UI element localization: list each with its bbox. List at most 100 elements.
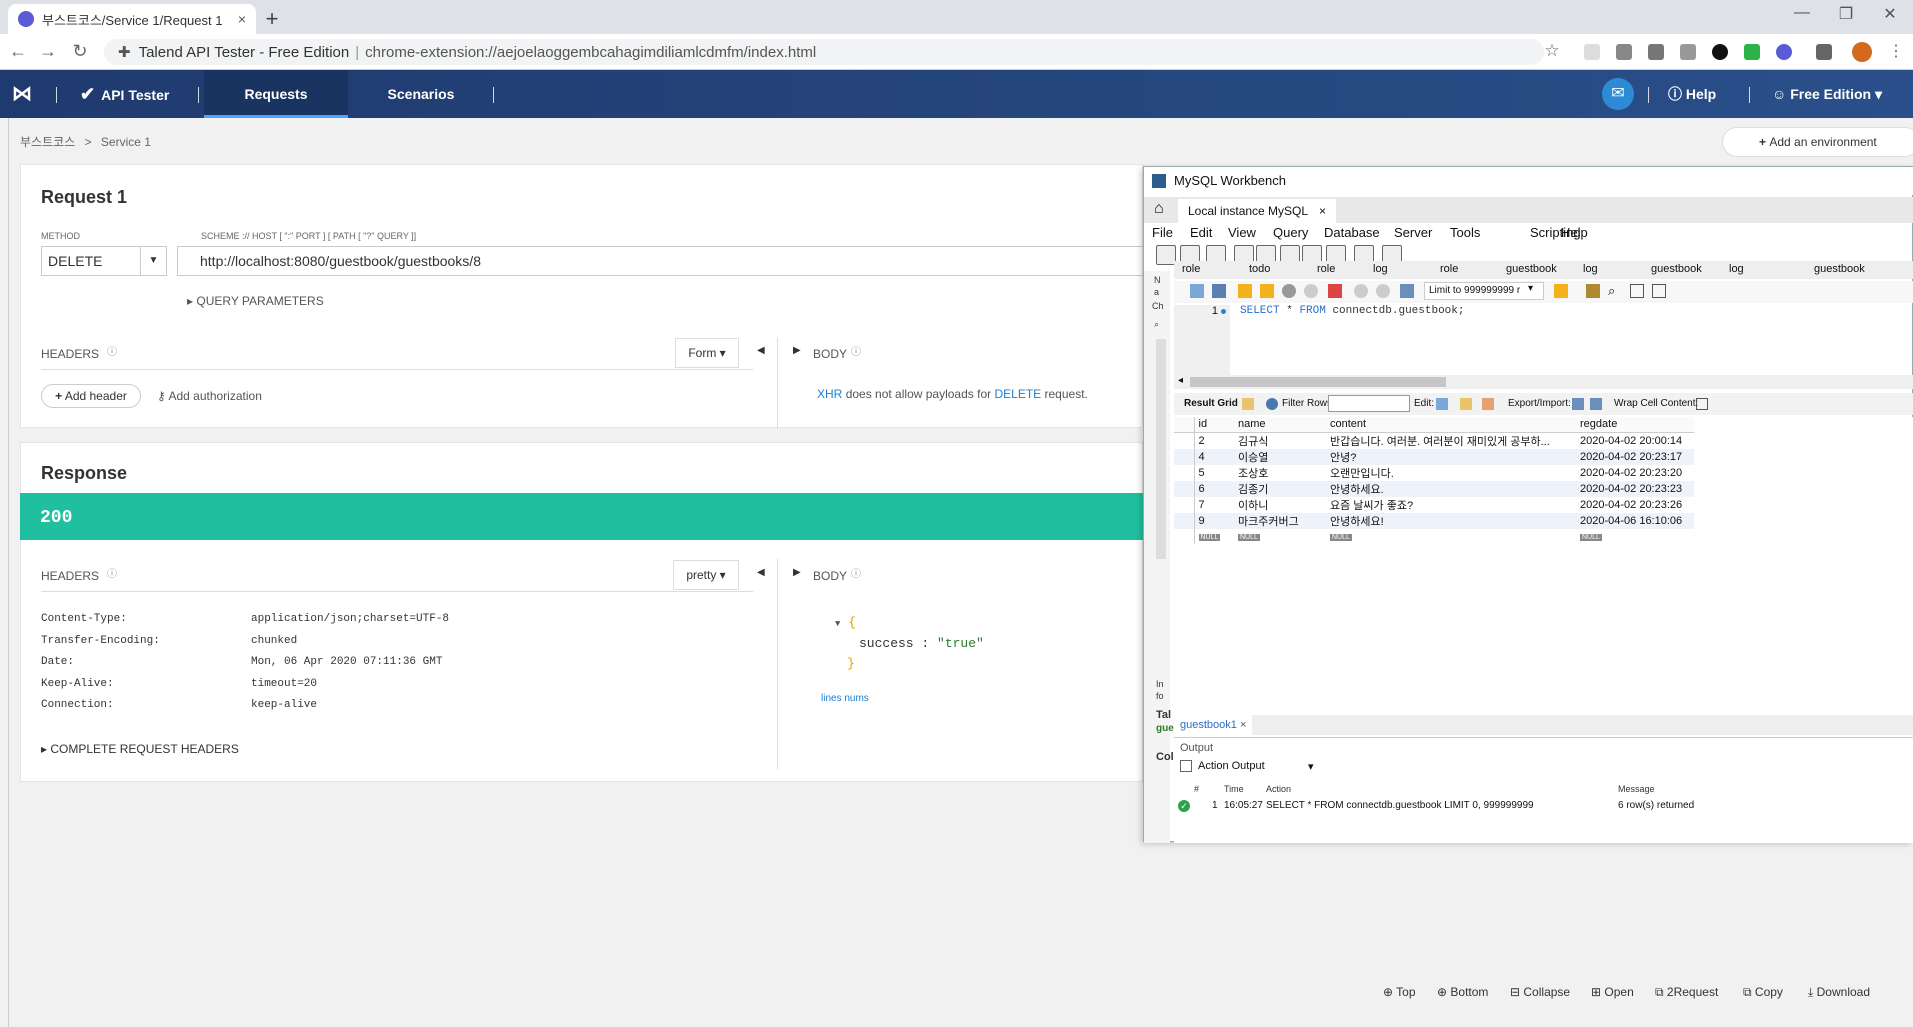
- column-header[interactable]: id: [1194, 417, 1234, 432]
- pretty-dropdown[interactable]: pretty ▾: [673, 560, 739, 590]
- close-icon[interactable]: ×: [1240, 719, 1246, 731]
- footer-request-link[interactable]: ⧉ 2Request: [1655, 985, 1718, 1000]
- sql-tab[interactable]: role: [1182, 263, 1200, 275]
- cell[interactable]: 2020-04-02 20:23:26: [1576, 497, 1694, 513]
- cell[interactable]: 안녕하세요.: [1326, 481, 1576, 497]
- cell[interactable]: 마크주커버그: [1234, 513, 1326, 529]
- method-link[interactable]: DELETE: [994, 387, 1041, 401]
- table-row[interactable]: 4 이승열 안녕? 2020-04-02 20:23:17: [1174, 448, 1694, 465]
- breadcrumb-root[interactable]: 부스트코스: [20, 135, 75, 149]
- footer-bottom-link[interactable]: ⊕ Bottom: [1437, 985, 1488, 999]
- table-row[interactable]: 2 김규식 반갑습니다. 여러분. 여러분이 재미있게 공부하... 2020-04-…: [1174, 432, 1694, 449]
- cell[interactable]: 2020-04-02 20:23:23: [1576, 481, 1694, 497]
- footer-download-link[interactable]: ⤓ Download: [1808, 985, 1870, 1000]
- add-authorization-link[interactable]: ⚷ Add authorization: [157, 389, 262, 403]
- collapse-left-icon[interactable]: ◀: [757, 345, 765, 356]
- stop-icon[interactable]: [1304, 284, 1318, 298]
- menu-edit[interactable]: Edit: [1190, 225, 1212, 240]
- cell[interactable]: 9: [1194, 513, 1234, 529]
- connection-tab[interactable]: Local instance MySQL ×: [1178, 199, 1336, 223]
- omnibox[interactable]: ✚ Talend API Tester - Free Edition | chr…: [104, 39, 1544, 65]
- sql-tab[interactable]: role: [1317, 263, 1335, 275]
- cell[interactable]: 김종기: [1234, 481, 1326, 497]
- brand-link[interactable]: ✔ API Tester: [80, 70, 169, 118]
- cell[interactable]: 4: [1194, 449, 1234, 465]
- cell[interactable]: 오랜만입니다.: [1326, 465, 1576, 481]
- scroll-thumb[interactable]: [1190, 377, 1446, 387]
- scrollbar[interactable]: [1156, 339, 1166, 559]
- refresh-icon[interactable]: [1266, 398, 1278, 410]
- cell[interactable]: 안녕하세요!: [1326, 513, 1576, 529]
- avatar[interactable]: [1852, 42, 1872, 62]
- table-row[interactable]: 5 조상호 오랜만입니다. 2020-04-02 20:23:20: [1174, 464, 1694, 481]
- cell[interactable]: 김규식: [1234, 432, 1326, 449]
- table-row-new[interactable]: NULL NULL NULL NULL: [1174, 528, 1694, 544]
- extension-icon[interactable]: [1680, 44, 1696, 60]
- sql-tab[interactable]: log: [1729, 263, 1744, 275]
- cell[interactable]: 6: [1194, 481, 1234, 497]
- extension-icon[interactable]: [1584, 44, 1600, 60]
- sql-tab[interactable]: log: [1583, 263, 1598, 275]
- filter-rows-input[interactable]: [1328, 395, 1410, 412]
- limit-select[interactable]: Limit to 999999999 r: [1424, 282, 1544, 300]
- format-icon[interactable]: [1586, 284, 1600, 298]
- insert-row-icon[interactable]: [1460, 398, 1472, 410]
- cell[interactable]: 2: [1194, 432, 1234, 449]
- extension-icon[interactable]: [1744, 44, 1760, 60]
- close-icon[interactable]: ×: [1319, 204, 1326, 218]
- explain-icon[interactable]: [1282, 284, 1296, 298]
- cell[interactable]: 5: [1194, 465, 1234, 481]
- sql-tab[interactable]: guestbook: [1651, 263, 1702, 275]
- commit-icon[interactable]: [1354, 284, 1368, 298]
- tab-scenarios[interactable]: Scenarios: [366, 70, 476, 118]
- sql-tab[interactable]: role: [1440, 263, 1458, 275]
- extension-icon[interactable]: [1616, 44, 1632, 60]
- cell[interactable]: 2020-04-02 20:23:17: [1576, 449, 1694, 465]
- cell[interactable]: 2020-04-02 20:23:20: [1576, 465, 1694, 481]
- table-row[interactable]: 6 김종기 안녕하세요. 2020-04-02 20:23:23: [1174, 480, 1694, 497]
- table-row[interactable]: 9 마크주커버그 안녕하세요! 2020-04-06 16:10:06: [1174, 512, 1694, 529]
- delete-row-icon[interactable]: [1482, 398, 1494, 410]
- talend-extension-icon[interactable]: [1776, 44, 1792, 60]
- execute-icon[interactable]: [1238, 284, 1252, 298]
- tab-requests[interactable]: Requests: [204, 70, 348, 118]
- menu-help[interactable]: Help: [1561, 225, 1588, 240]
- column-header[interactable]: name: [1234, 417, 1326, 432]
- menu-query[interactable]: Query: [1273, 225, 1308, 240]
- copy-output-icon[interactable]: [1180, 760, 1192, 772]
- execute-current-icon[interactable]: [1260, 284, 1274, 298]
- close-tab-icon[interactable]: ×: [238, 11, 246, 27]
- menu-server[interactable]: Server: [1394, 225, 1432, 240]
- json-collapse-icon[interactable]: ▼: [835, 619, 840, 629]
- grid-icon[interactable]: [1242, 398, 1254, 410]
- collapse-left-icon[interactable]: ◀: [757, 567, 765, 578]
- form-dropdown[interactable]: Form ▾: [675, 338, 739, 368]
- edit-row-icon[interactable]: [1436, 398, 1448, 410]
- cell[interactable]: 안녕?: [1326, 449, 1576, 465]
- scroll-left-icon[interactable]: ◂: [1178, 375, 1183, 386]
- rollback-icon[interactable]: [1376, 284, 1390, 298]
- find-icon[interactable]: ⌕: [1608, 284, 1615, 298]
- expand-right-icon[interactable]: ▶: [793, 567, 801, 578]
- result-grid-label[interactable]: Result Grid: [1184, 393, 1238, 415]
- error-stop-icon[interactable]: [1328, 284, 1342, 298]
- autocommit-icon[interactable]: [1400, 284, 1414, 298]
- footer-top-link[interactable]: ⊕ Top: [1383, 985, 1416, 999]
- kebab-menu-icon[interactable]: ⋮: [1884, 41, 1908, 61]
- complete-headers-toggle[interactable]: ▸ COMPLETE REQUEST HEADERS: [41, 742, 239, 756]
- footer-collapse-link[interactable]: ⊟ Collapse: [1510, 985, 1570, 999]
- menu-file[interactable]: File: [1152, 225, 1173, 240]
- url-input[interactable]: http://localhost:8080/guestbook/guestboo…: [177, 246, 1144, 276]
- extension-icon[interactable]: [1816, 44, 1832, 60]
- footer-open-link[interactable]: ⊞ Open: [1591, 985, 1634, 999]
- cell[interactable]: 2020-04-06 16:10:06: [1576, 513, 1694, 529]
- cell[interactable]: 7: [1194, 497, 1234, 513]
- open-file-icon[interactable]: [1190, 284, 1204, 298]
- cell[interactable]: 요즘 날씨가 좋죠?: [1326, 497, 1576, 513]
- query-parameters-toggle[interactable]: ▸ QUERY PARAMETERS: [187, 294, 324, 308]
- maximize-button[interactable]: ❐: [1826, 4, 1866, 24]
- wrap-icon[interactable]: [1652, 284, 1666, 298]
- minimize-button[interactable]: —: [1782, 4, 1822, 22]
- footer-copy-link[interactable]: ⧉ Copy: [1743, 985, 1783, 1000]
- xhr-link[interactable]: XHR: [817, 387, 842, 401]
